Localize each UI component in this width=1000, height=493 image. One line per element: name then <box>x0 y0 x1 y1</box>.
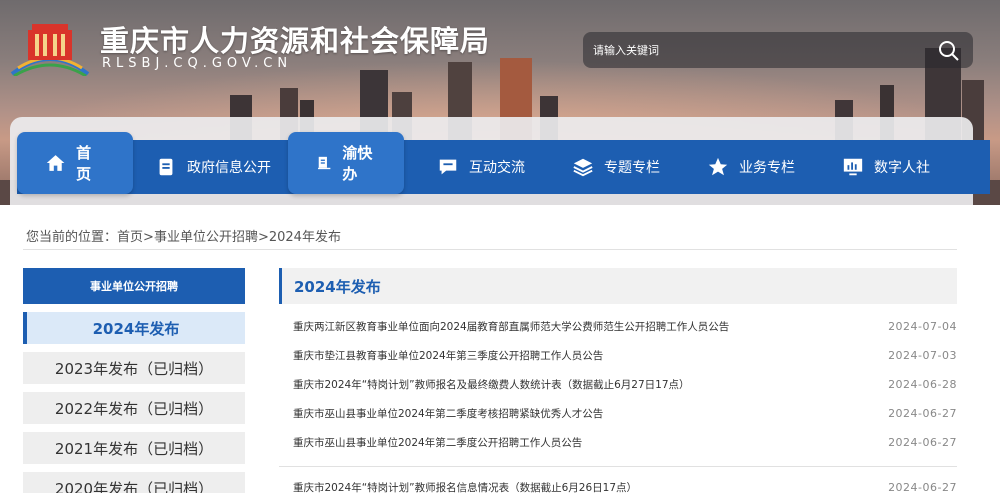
divider <box>23 249 957 250</box>
list-item[interactable]: 重庆市巫山县事业单位2024年第二季度考核招聘紧缺优秀人才公告 2024-06-… <box>293 403 957 423</box>
nav-item-label: 数字人社 <box>874 160 930 176</box>
site-logo <box>10 24 90 76</box>
divider <box>279 466 957 467</box>
breadcrumb: 您当前的位置：首页>事业单位公开招聘>2024年发布 <box>26 226 341 245</box>
section-header: 2024年发布 <box>279 268 957 304</box>
nav-item-yukuaiban[interactable]: 渝快办 <box>288 132 404 194</box>
main-nav: 首页 政府信息公开 渝快办 互动交流 专题专栏 业务专栏 数字人社 <box>17 132 990 194</box>
list-item-date: 2024-06-27 <box>888 406 957 420</box>
list-item-title[interactable]: 重庆两江新区教育事业单位面向2024届教育部直属师范大学公费师范生公开招聘工作人… <box>293 319 729 334</box>
chat-icon <box>439 159 457 175</box>
list-item[interactable]: 重庆市2024年“特岗计划”教师报名及最终缴费人数统计表（数据截止6月27日17… <box>293 374 957 394</box>
sidebar-title: 事业单位公开招聘 <box>23 268 245 304</box>
monitor-chart-icon <box>843 158 863 176</box>
search-input[interactable] <box>593 41 913 59</box>
nav-item-interaction[interactable]: 互动交流 <box>437 140 525 194</box>
nav-item-label: 渝快办 <box>342 144 373 183</box>
nav-item-label: 首页 <box>76 144 92 183</box>
breadcrumb-prefix: 您当前的位置： <box>26 230 118 245</box>
nav-item-digital[interactable]: 数字人社 <box>842 140 930 194</box>
search-icon[interactable] <box>937 39 961 63</box>
list-item-title[interactable]: 重庆市2024年“特岗计划”教师报名及最终缴费人数统计表（数据截止6月27日17… <box>293 377 690 392</box>
list-item[interactable]: 重庆市垫江县教育事业单位2024年第三季度公开招聘工作人员公告 2024-07-… <box>293 345 957 365</box>
service-icon <box>318 156 331 170</box>
nav-item-label: 互动交流 <box>469 160 525 176</box>
star-icon <box>708 157 728 176</box>
section-title: 2024年发布 <box>294 278 381 296</box>
layers-icon <box>573 158 593 177</box>
list-item-date: 2024-06-28 <box>888 377 957 391</box>
list-item[interactable]: 重庆两江新区教育事业单位面向2024届教育部直属师范大学公费师范生公开招聘工作人… <box>293 316 957 336</box>
nav-item-special[interactable]: 专题专栏 <box>572 140 660 194</box>
document-icon <box>159 158 173 176</box>
nav-item-label: 业务专栏 <box>739 160 795 176</box>
sidebar-item-2021[interactable]: 2021年发布（已归档） <box>23 432 245 464</box>
list-item-title[interactable]: 重庆市巫山县事业单位2024年第二季度考核招聘紧缺优秀人才公告 <box>293 406 603 421</box>
sidebar-item-2022[interactable]: 2022年发布（已归档） <box>23 392 245 424</box>
breadcrumb-link-home[interactable]: 首页 <box>117 230 143 245</box>
home-icon <box>46 155 65 171</box>
list-item-title[interactable]: 重庆市2024年“特岗计划”教师报名信息情况表（数据截止6月26日17点） <box>293 480 637 493</box>
site-domain: RLSBJ.CQ.GOV.CN <box>102 56 293 71</box>
list-item[interactable]: 重庆市巫山县事业单位2024年第二季度公开招聘工作人员公告 2024-06-27 <box>293 432 957 452</box>
nav-item-label: 政府信息公开 <box>187 160 271 176</box>
list-item-title[interactable]: 重庆市巫山县事业单位2024年第二季度公开招聘工作人员公告 <box>293 435 582 450</box>
nav-item-gov-info[interactable]: 政府信息公开 <box>155 140 271 194</box>
sidebar-item-2020[interactable]: 2020年发布（已归档） <box>23 472 245 493</box>
list-item-date: 2024-06-27 <box>888 480 957 493</box>
list-item-title[interactable]: 重庆市垫江县教育事业单位2024年第三季度公开招聘工作人员公告 <box>293 348 603 363</box>
list-item-date: 2024-06-27 <box>888 435 957 449</box>
list-item[interactable]: 重庆市2024年“特岗计划”教师报名信息情况表（数据截止6月26日17点） 20… <box>293 477 957 493</box>
nav-item-home[interactable]: 首页 <box>17 132 133 194</box>
nav-item-business[interactable]: 业务专栏 <box>707 140 795 194</box>
sidebar-item-2023[interactable]: 2023年发布（已归档） <box>23 352 245 384</box>
breadcrumb-separator: > <box>257 230 269 245</box>
site-title: 重庆市人力资源和社会保障局 <box>100 24 491 58</box>
nav-item-label: 专题专栏 <box>604 160 660 176</box>
search-box <box>583 32 973 68</box>
sidebar-item-2024[interactable]: 2024年发布 <box>23 312 245 344</box>
breadcrumb-current[interactable]: 2024年发布 <box>269 230 341 245</box>
list-item-date: 2024-07-03 <box>888 348 957 362</box>
list-item-date: 2024-07-04 <box>888 319 957 333</box>
breadcrumb-separator: > <box>143 230 154 245</box>
breadcrumb-link-recruit[interactable]: 事业单位公开招聘 <box>154 230 258 245</box>
